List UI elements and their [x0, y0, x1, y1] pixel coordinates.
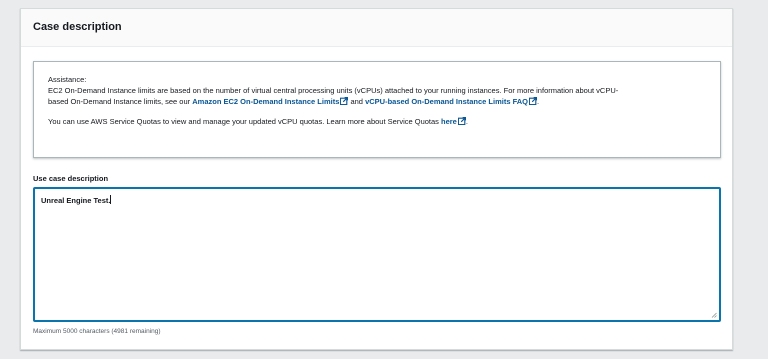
external-link-icon — [529, 97, 538, 105]
assistance-heading: Assistance: — [48, 75, 87, 84]
service-quotas-here-link-text: here — [441, 117, 457, 126]
quotas-suffix: . — [465, 117, 468, 126]
assistance-info-box: Assistance: EC2 On-Demand Instance limit… — [33, 61, 721, 158]
vcpu-limits-faq-link-text: vCPU-based On-Demand Instance Limits FAQ — [365, 97, 529, 106]
ec2-instance-limits-link[interactable]: Amazon EC2 On-Demand Instance Limits — [192, 97, 349, 106]
use-case-value: Unreal Engine Test. — [41, 196, 111, 205]
panel-header: Case description — [21, 9, 732, 47]
panel-title: Case description — [33, 21, 122, 33]
text-caret — [110, 195, 112, 204]
quotas-prefix: You can use AWS Service Quotas to view a… — [48, 117, 442, 126]
ec2-instance-limits-link-text: Amazon EC2 On-Demand Instance Limits — [192, 97, 340, 106]
use-case-description-textarea[interactable]: Unreal Engine Test. — [33, 187, 721, 322]
resize-grip-icon[interactable] — [711, 312, 717, 318]
assistance-text: EC2 On-Demand Instance limits are based … — [48, 85, 706, 107]
character-count-hint: Maximum 5000 characters (4981 remaining) — [33, 328, 161, 335]
use-case-label: Use case description — [33, 174, 109, 183]
vcpu-limits-faq-link[interactable]: vCPU-based On-Demand Instance Limits FAQ — [365, 97, 538, 106]
assistance-line1: EC2 On-Demand Instance limits are based … — [48, 86, 619, 95]
service-quotas-here-link[interactable]: here — [441, 117, 466, 126]
assistance-line2-prefix: based On-Demand Instance limits, see our — [48, 97, 193, 106]
service-quotas-text: You can use AWS Service Quotas to view a… — [48, 116, 706, 127]
line2-suffix: . — [537, 97, 540, 106]
and-text: and — [348, 97, 366, 106]
case-description-panel: Case description Assistance: EC2 On-Dema… — [20, 8, 733, 350]
external-link-icon — [457, 117, 466, 125]
